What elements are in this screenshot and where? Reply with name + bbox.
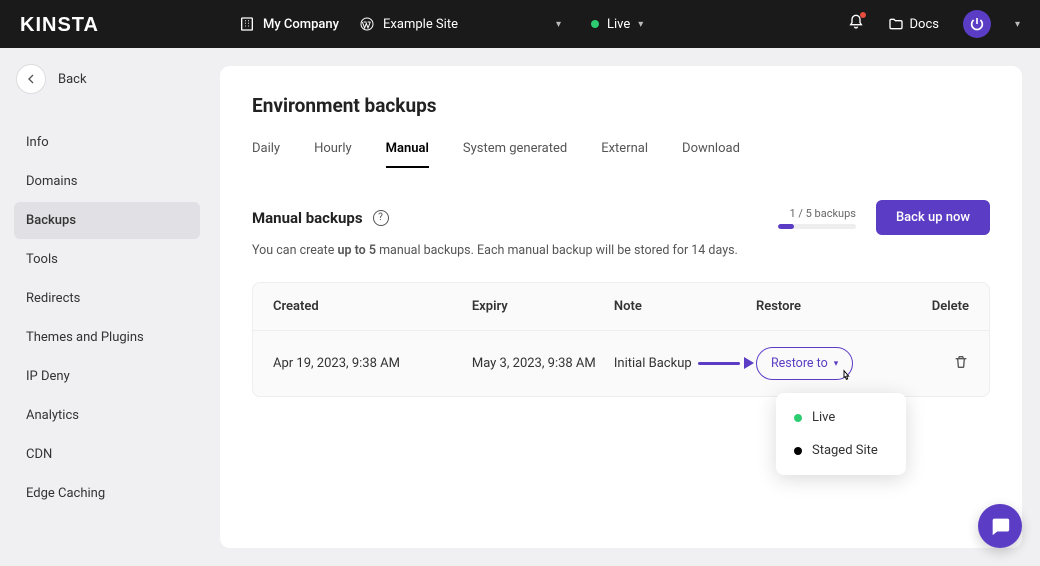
delete-button[interactable] [953, 354, 969, 370]
back-row[interactable]: Back [14, 62, 200, 96]
table-row: Apr 19, 2023, 9:38 AM May 3, 2023, 9:38 … [253, 331, 989, 396]
notifications-button[interactable] [848, 14, 864, 34]
chevron-down-icon: ▾ [834, 359, 839, 369]
column-note: Note [614, 299, 756, 314]
sidebar-nav: Info Domains Backups Tools Redirects The… [14, 124, 200, 512]
chevron-down-icon: ▾ [638, 19, 643, 30]
tab-daily[interactable]: Daily [252, 141, 280, 168]
backup-now-button[interactable]: Back up now [876, 200, 990, 235]
cell-created: Apr 19, 2023, 9:38 AM [273, 356, 472, 371]
chevron-down-icon[interactable]: ▾ [1015, 19, 1020, 30]
status-dot-icon [591, 20, 599, 28]
dropdown-label: Staged Site [812, 443, 878, 458]
back-button[interactable] [16, 64, 46, 94]
sidebar-item-redirects[interactable]: Redirects [14, 280, 200, 317]
help-icon[interactable]: ? [373, 210, 389, 226]
trash-icon [953, 354, 969, 370]
notification-badge [860, 12, 866, 18]
sidebar-item-edge-caching[interactable]: Edge Caching [14, 475, 200, 512]
power-icon [969, 16, 985, 32]
topbar: KINSTA My Company Example Site ▾ Live ▾ … [0, 0, 1040, 48]
column-expiry: Expiry [472, 299, 614, 314]
wordpress-icon [359, 16, 375, 32]
sidebar-item-backups[interactable]: Backups [14, 202, 200, 239]
backups-table: Created Expiry Note Restore Delete Apr 1… [252, 282, 990, 397]
dropdown-item-staged[interactable]: Staged Site [776, 434, 906, 467]
folder-icon [888, 16, 904, 32]
sidebar-item-info[interactable]: Info [14, 124, 200, 161]
back-label: Back [58, 72, 87, 87]
site-selector[interactable]: Example Site ▾ [359, 16, 561, 32]
sidebar: Back Info Domains Backups Tools Redirect… [0, 48, 214, 566]
chevron-down-icon: ▾ [556, 19, 561, 30]
restore-label: Restore to [771, 356, 828, 371]
sidebar-item-tools[interactable]: Tools [14, 241, 200, 278]
column-created: Created [273, 299, 472, 314]
progress-label: 1 / 5 backups [789, 207, 856, 220]
restore-dropdown: Live Staged Site [776, 393, 906, 475]
dropdown-item-live[interactable]: Live [776, 401, 906, 434]
sidebar-item-analytics[interactable]: Analytics [14, 397, 200, 434]
sidebar-item-ip-deny[interactable]: IP Deny [14, 358, 200, 395]
progress-bar [778, 224, 856, 229]
company-selector[interactable]: My Company [239, 16, 339, 32]
docs-link[interactable]: Docs [888, 16, 939, 32]
restore-to-button[interactable]: Restore to ▾ [756, 347, 853, 380]
tab-external[interactable]: External [601, 141, 648, 168]
tabs: Daily Hourly Manual System generated Ext… [252, 141, 990, 168]
env-label: Live [607, 17, 630, 32]
environment-selector[interactable]: Live ▾ [591, 17, 643, 32]
site-name: Example Site [383, 17, 458, 32]
page-title: Environment backups [252, 94, 990, 117]
backup-progress: 1 / 5 backups [778, 207, 856, 229]
docs-label: Docs [910, 17, 939, 32]
chat-button[interactable] [978, 504, 1022, 548]
sidebar-item-themes-plugins[interactable]: Themes and Plugins [14, 319, 200, 356]
dropdown-label: Live [812, 410, 835, 425]
section-description: You can create up to 5 manual backups. E… [252, 243, 990, 258]
status-dot-icon [794, 447, 802, 455]
tab-download[interactable]: Download [682, 141, 740, 168]
sidebar-item-cdn[interactable]: CDN [14, 436, 200, 473]
column-restore: Restore [756, 299, 898, 314]
section-title: Manual backups [252, 209, 363, 227]
cell-restore: Restore to ▾ Live [756, 347, 898, 380]
building-icon [239, 16, 255, 32]
column-delete: Delete [898, 299, 969, 314]
content-card: Environment backups Daily Hourly Manual … [220, 66, 1022, 548]
chat-icon [989, 515, 1011, 537]
cell-expiry: May 3, 2023, 9:38 AM [472, 356, 614, 371]
cell-note: Initial Backup [614, 356, 756, 371]
tab-hourly[interactable]: Hourly [314, 141, 352, 168]
user-avatar[interactable] [963, 10, 991, 38]
logo: KINSTA [20, 12, 99, 37]
status-dot-icon [794, 414, 802, 422]
arrow-left-icon [23, 71, 39, 87]
tab-system-generated[interactable]: System generated [463, 141, 567, 168]
tab-manual[interactable]: Manual [386, 141, 429, 168]
company-name: My Company [263, 17, 339, 32]
sidebar-item-domains[interactable]: Domains [14, 163, 200, 200]
